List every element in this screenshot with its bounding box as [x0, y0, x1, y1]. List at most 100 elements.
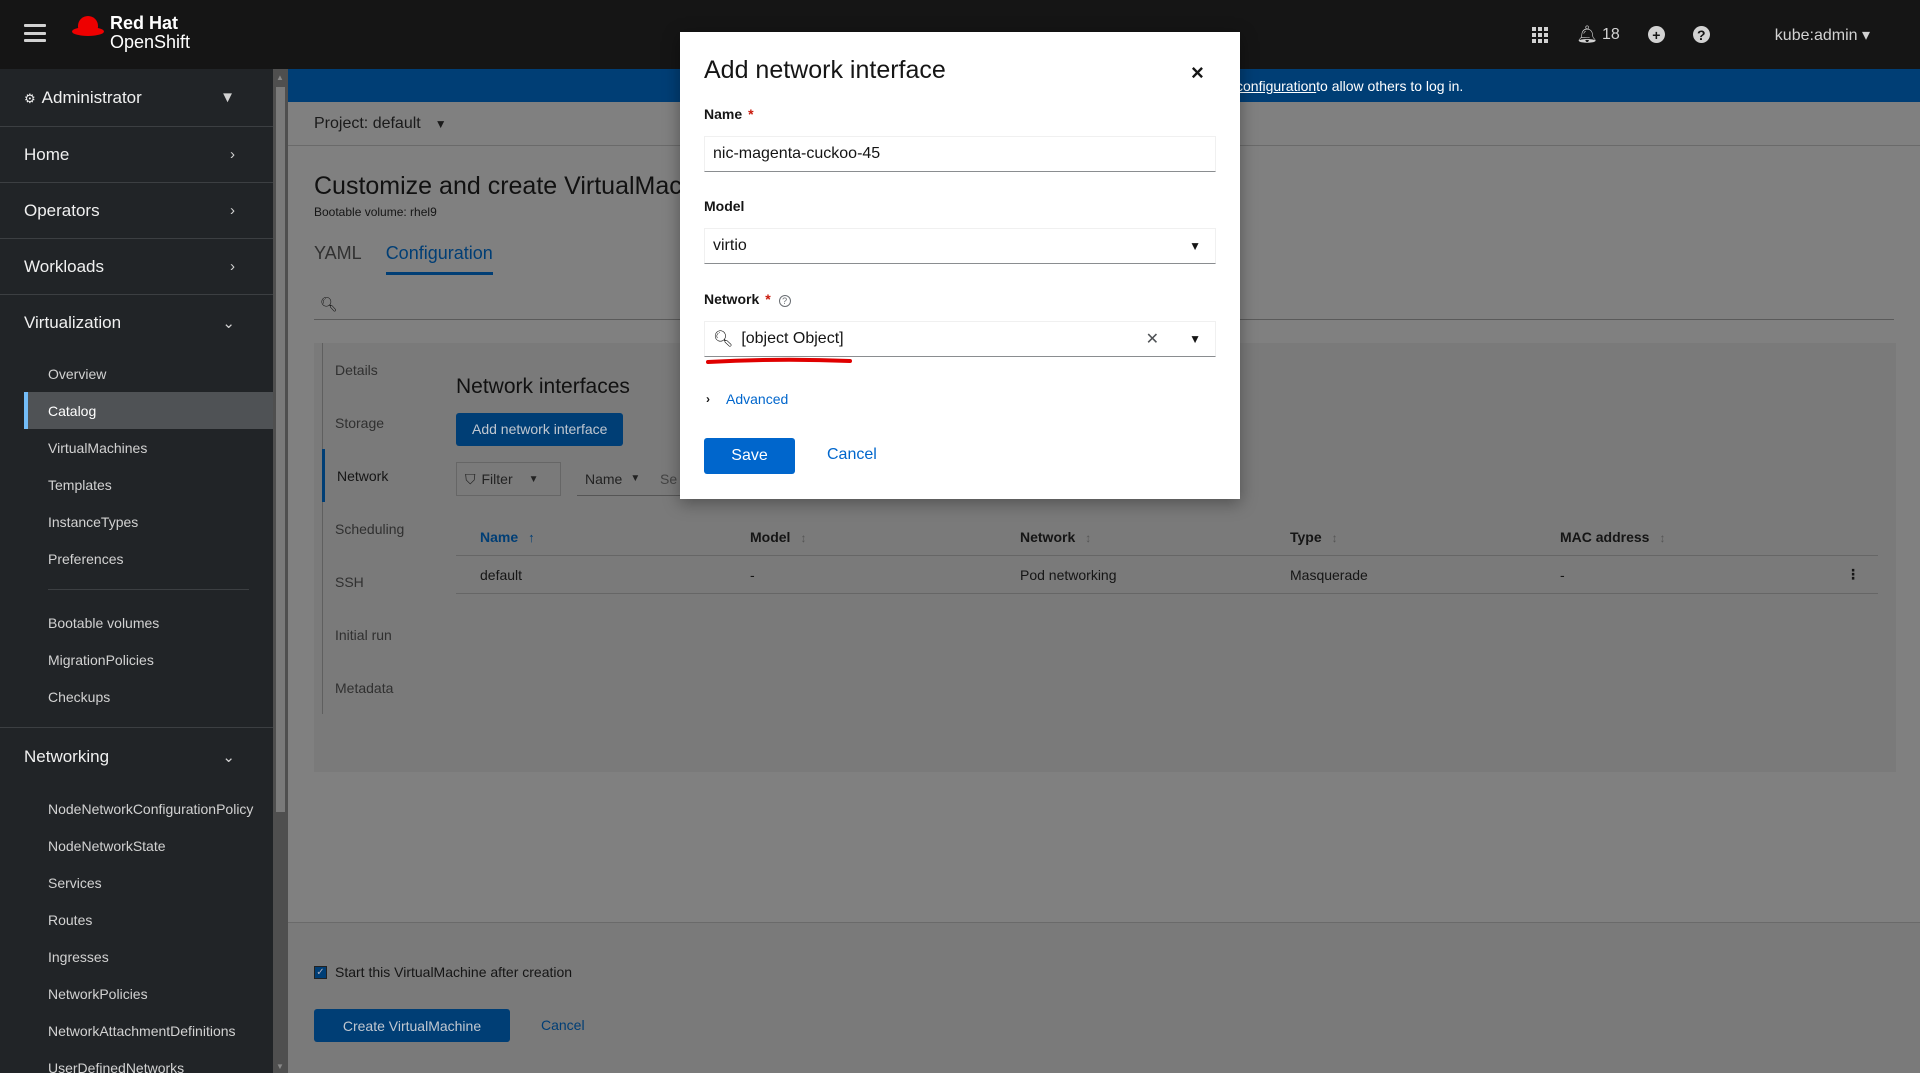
create-virtualmachine-button[interactable]: Create VirtualMachine	[314, 1009, 510, 1042]
vtab-metadata[interactable]: Metadata	[323, 661, 442, 714]
vtab-network[interactable]: Network	[322, 449, 442, 502]
add-network-interface-button[interactable]: Add network interface	[456, 413, 624, 446]
sidebar-scrollbar[interactable]: ▲ ▼	[273, 69, 288, 1073]
caret-down-icon: ▼	[220, 89, 235, 106]
brand-line1: Red Hat	[110, 13, 179, 33]
notifications-button[interactable]: 🔔︎ 18	[1576, 25, 1619, 45]
table-header: Name ↑ Model ↕ Network ↕ Type ↕ MAC address ↕	[456, 518, 1878, 556]
column-header-name[interactable]: Name ↑	[456, 529, 726, 545]
scroll-up-icon[interactable]: ▲	[276, 73, 284, 82]
nav-section-label: Virtualization	[24, 313, 122, 332]
help-button[interactable]: ?	[1692, 26, 1710, 43]
sidebar-item-routes[interactable]: Routes	[0, 901, 273, 938]
nav-section-networking[interactable]: Networking ⌄	[0, 728, 273, 786]
column-header-type[interactable]: Type ↕	[1266, 529, 1536, 545]
sidebar-item-nncp[interactable]: NodeNetworkConfigurationPolicy	[0, 790, 273, 827]
column-header-network[interactable]: Network ↕	[996, 529, 1266, 545]
nav-section-workloads[interactable]: Workloads ›	[0, 239, 273, 295]
cell-name: default	[480, 566, 523, 583]
sort-icon: ↕	[800, 530, 807, 545]
page-footer: ✓ Start this VirtualMachine after creati…	[288, 922, 1920, 1073]
sidebar-item-checkups[interactable]: Checkups	[0, 678, 273, 715]
tab-configuration[interactable]: Configuration	[385, 243, 493, 275]
caret-down-icon: ▼	[630, 473, 641, 484]
perspective-label: Administrator	[41, 87, 142, 107]
sidebar-item-udns[interactable]: UserDefinedNetworks	[0, 1049, 273, 1073]
sidebar-item-instancetypes[interactable]: InstanceTypes	[0, 503, 273, 540]
cancel-link[interactable]: Cancel	[541, 1017, 585, 1033]
configuration-link[interactable]: configuration	[1236, 78, 1316, 94]
label-text: Name	[704, 106, 743, 122]
vtab-storage[interactable]: Storage	[323, 396, 442, 449]
vtab-details[interactable]: Details	[323, 343, 442, 396]
sidebar-item-services[interactable]: Services	[0, 864, 273, 901]
caret-down-icon[interactable]: ▼	[1189, 332, 1201, 346]
save-button[interactable]: Save	[704, 438, 795, 474]
cell-network: Pod networking	[1020, 566, 1117, 583]
column-header-model[interactable]: Model ↕	[726, 529, 996, 545]
quick-create-button[interactable]: +	[1647, 26, 1665, 43]
vtab-scheduling[interactable]: Scheduling	[323, 502, 442, 555]
sort-icon: ↕	[1659, 530, 1666, 545]
name-filter-select[interactable]: Name ▼	[577, 462, 652, 496]
chevron-down-icon: ⌄	[222, 749, 235, 766]
column-label: Type	[1290, 528, 1322, 545]
advanced-label: Advanced	[726, 391, 789, 407]
network-select[interactable]: 🔍︎ [object Object] ✕ ▼	[704, 321, 1216, 357]
sidebar-item-templates[interactable]: Templates	[0, 466, 273, 503]
name-field-label: Name *	[704, 106, 754, 122]
sidebar-item-overview[interactable]: Overview	[0, 355, 273, 392]
scroll-down-icon[interactable]: ▼	[276, 1062, 284, 1071]
sidebar-item-bootable-volumes[interactable]: Bootable volumes	[0, 604, 273, 641]
tab-yaml[interactable]: YAML	[314, 243, 362, 275]
perspective-switcher[interactable]: ⚙ Administrator ▼	[0, 69, 273, 127]
column-header-mac[interactable]: MAC address ↕	[1536, 529, 1836, 545]
model-selected-value: virtio	[713, 237, 747, 254]
vtab-ssh[interactable]: SSH	[323, 555, 442, 608]
sidebar-item-networkpolicies[interactable]: NetworkPolicies	[0, 975, 273, 1012]
brand-logo[interactable]: Red Hat OpenShift	[72, 14, 190, 52]
nav-section-label: Workloads	[24, 256, 104, 276]
scrollbar-thumb[interactable]	[276, 87, 285, 812]
sidebar-item-preferences[interactable]: Preferences	[0, 540, 273, 577]
nav-section-operators[interactable]: Operators ›	[0, 183, 273, 239]
model-field-label: Model	[704, 198, 745, 214]
advanced-toggle[interactable]: › Advanced	[706, 391, 788, 407]
banner-text: to allow others to log in.	[1316, 77, 1464, 94]
sidebar-item-nads[interactable]: NetworkAttachmentDefinitions	[0, 1012, 273, 1049]
network-field-label: Network *?	[704, 291, 791, 307]
user-menu[interactable]: kube:admin ▾	[1775, 25, 1870, 45]
sidebar-item-virtualmachines[interactable]: VirtualMachines	[0, 429, 273, 466]
model-select[interactable]: virtio ▼	[704, 228, 1216, 264]
row-kebab-icon[interactable]: ⋮	[1846, 566, 1860, 583]
chevron-right-icon: ›	[230, 146, 235, 163]
red-hat-icon	[72, 14, 104, 40]
cancel-button[interactable]: Cancel	[827, 446, 877, 464]
sidebar-item-nns[interactable]: NodeNetworkState	[0, 827, 273, 864]
nav-section-home[interactable]: Home ›	[0, 127, 273, 183]
bell-icon: 🔔︎	[1576, 24, 1598, 44]
app-launcher-icon[interactable]	[1532, 26, 1549, 43]
nav-section-virtualization[interactable]: Virtualization ⌄	[0, 295, 273, 351]
hamburger-menu-icon[interactable]	[24, 24, 46, 42]
sidebar-item-catalog[interactable]: Catalog	[24, 392, 273, 429]
caret-down-icon: ▼	[434, 116, 447, 131]
modal-title: Add network interface	[704, 56, 946, 84]
help-icon[interactable]: ?	[778, 295, 791, 307]
name-input[interactable]: nic-magenta-cuckoo-45	[704, 136, 1216, 172]
sidebar: ⚙ Administrator ▼ Home › Operators › Worklo…	[0, 69, 273, 1073]
add-network-interface-modal: Add network interface × Name * nic-magent…	[680, 32, 1240, 499]
notifications-count: 18	[1602, 25, 1620, 43]
table-row: default - Pod networking Masquerade - ⋮	[456, 556, 1878, 594]
nav-section-label: Operators	[24, 200, 100, 220]
sidebar-item-ingresses[interactable]: Ingresses	[0, 938, 273, 975]
start-after-creation-checkbox[interactable]: ✓	[314, 965, 327, 979]
cell-type: Masquerade	[1290, 566, 1368, 583]
vtab-initial-run[interactable]: Initial run	[323, 608, 442, 661]
close-icon[interactable]: ×	[1191, 60, 1204, 86]
sort-up-icon: ↑	[528, 529, 535, 545]
column-label: Name	[480, 528, 519, 545]
clear-icon[interactable]: ✕	[1146, 329, 1159, 349]
filter-dropdown[interactable]: ⛉ Filter ▼	[456, 462, 561, 496]
sidebar-item-migrationpolicies[interactable]: MigrationPolicies	[0, 641, 273, 678]
